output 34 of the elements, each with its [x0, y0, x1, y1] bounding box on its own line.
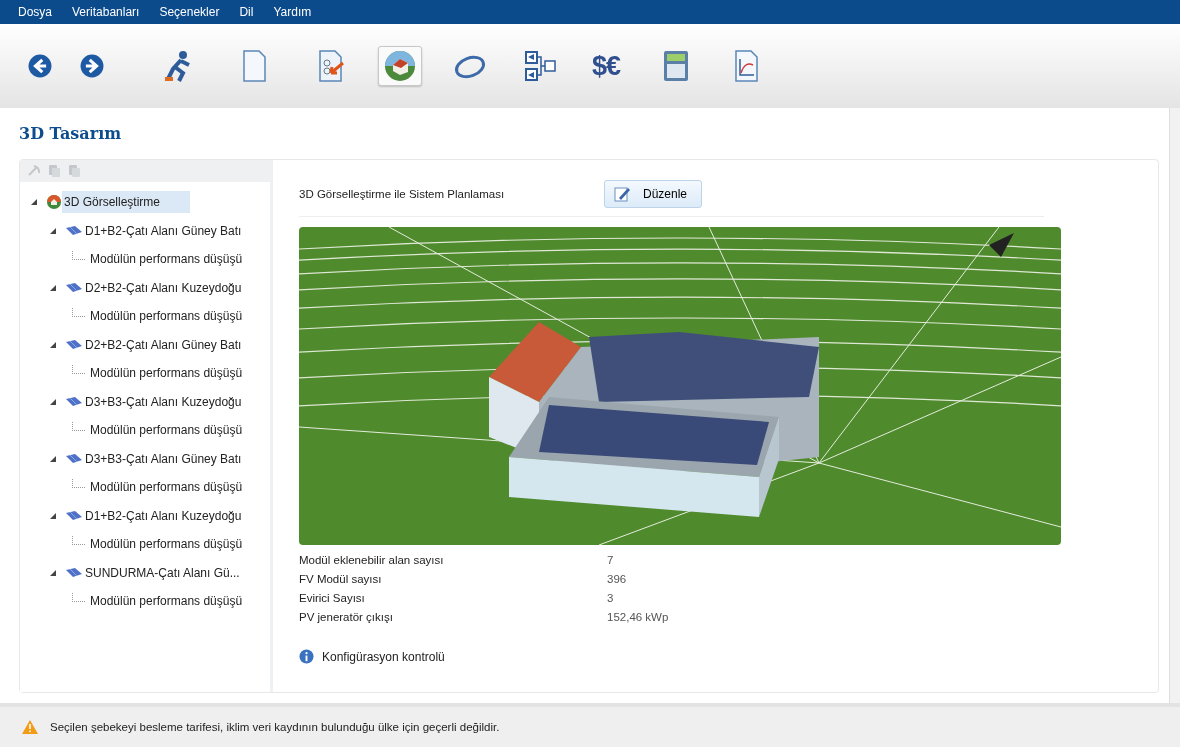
- tree-item[interactable]: Modülün performans düşüşü: [88, 250, 245, 269]
- tree-item[interactable]: Modülün performans düşüşü: [88, 307, 245, 326]
- tree-item[interactable]: D2+B2-Çatı Alanı Güney Batı: [83, 333, 272, 356]
- menu-item[interactable]: Dosya: [8, 5, 62, 19]
- menu-item[interactable]: Yardım: [263, 5, 322, 19]
- tree-item[interactable]: Modülün performans düşüşü: [88, 364, 245, 383]
- tree-item[interactable]: Modülün performans düşüşü: [88, 421, 245, 440]
- tree-item[interactable]: D1+B2-Çatı Alanı Kuzeydoğu: [83, 504, 272, 527]
- menu-item[interactable]: Dil: [229, 5, 264, 19]
- tree-item[interactable]: 3D Görselleştirme: [62, 191, 191, 214]
- stat-value: 152,46 kWp: [607, 611, 670, 623]
- tree-item[interactable]: Modülün performans düşüşü: [88, 592, 245, 611]
- tree-item[interactable]: D3+B3-Çatı Alanı Kuzeydoğu: [83, 390, 272, 413]
- stat-label: Modül eklenebilir alan sayısı: [299, 554, 445, 566]
- menu-item[interactable]: Seçenekler: [149, 5, 230, 19]
- tree-item[interactable]: D1+B2-Çatı Alanı Güney Batı: [83, 219, 272, 242]
- status-message: Seçilen şebekeyi besleme tarifesi, iklim veri kaydının bulunduğu ülke için geçerli değildir.: [50, 721, 500, 733]
- page-title: 3D Tasarım: [19, 124, 123, 143]
- stat-value: 7: [607, 554, 615, 566]
- tree-item[interactable]: Modülün performans düşüşü: [88, 535, 245, 554]
- stat-label: FV Modül sayısı: [299, 573, 383, 585]
- tree-item[interactable]: Modülün performans düşüşü: [88, 478, 245, 497]
- edit-button[interactable]: Düzenle: [604, 180, 702, 208]
- toolbar-button[interactable]: $€: [584, 46, 628, 86]
- stat-label: PV jeneratör çıkışı: [299, 611, 394, 623]
- config-check-link[interactable]: Konfigürasyon kontrolü: [322, 649, 445, 664]
- tree-item[interactable]: D2+B2-Çatı Alanı Kuzeydoğu: [83, 276, 272, 299]
- tree-item[interactable]: D3+B3-Çatı Alanı Güney Batı: [83, 447, 272, 470]
- tree-item[interactable]: SUNDURMA-Çatı Alanı Gü...: [83, 561, 270, 584]
- section-label: 3D Görselleştirme ile Sistem Planlaması: [299, 188, 506, 200]
- stat-value: 396: [607, 573, 628, 585]
- stat-value: 3: [607, 592, 615, 604]
- menu-item[interactable]: Veritabanları: [62, 5, 150, 19]
- stat-label: Evirici Sayısı: [299, 592, 366, 604]
